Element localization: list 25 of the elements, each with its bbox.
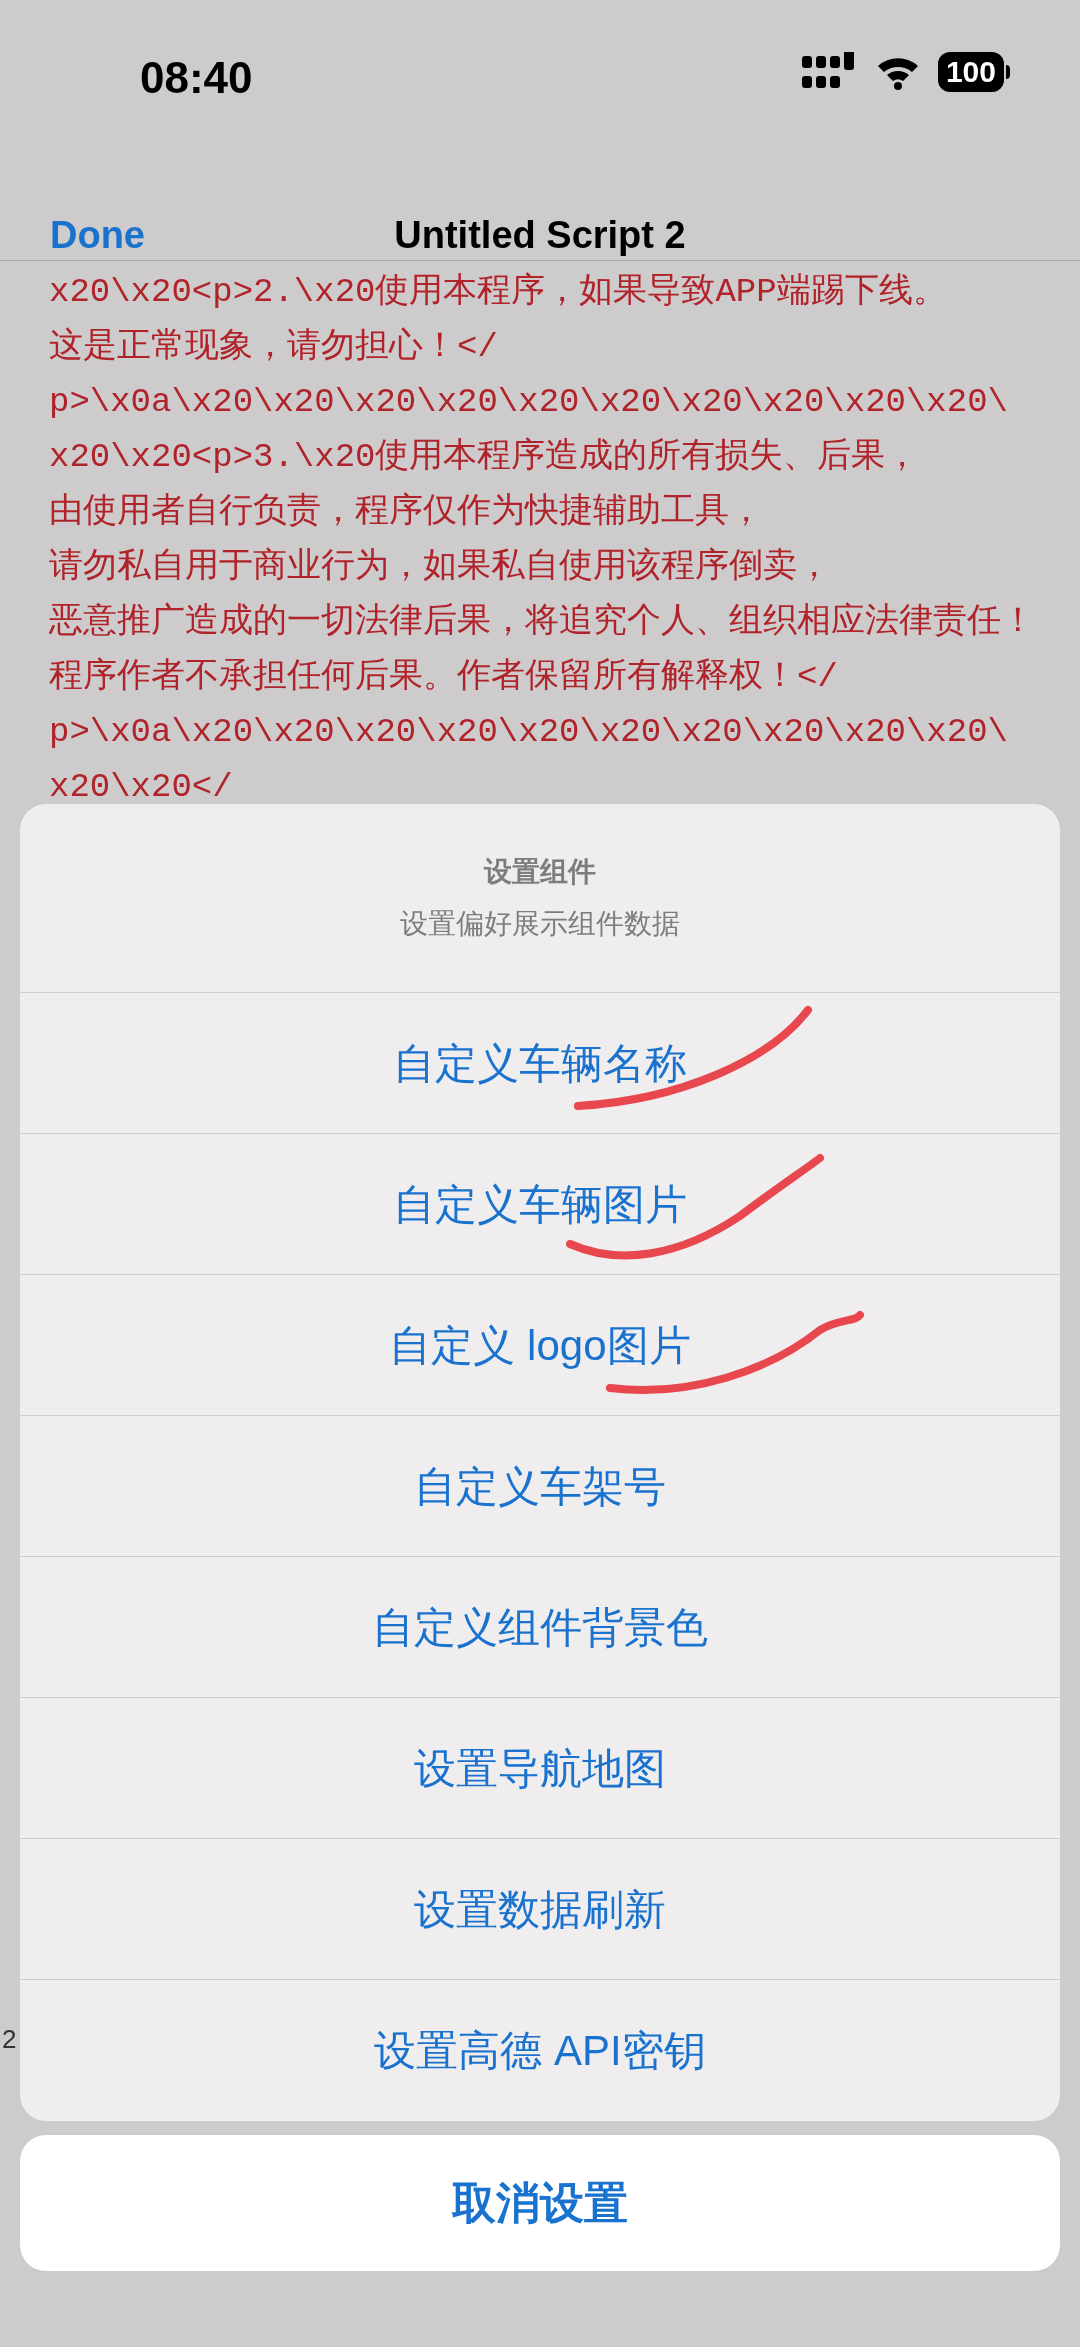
code-line: p>\x0a\x20\x20\x20\x20\x20\x20\x20\x20\x20\x20\ <box>49 712 1009 753</box>
status-time: 08:40 <box>140 56 253 100</box>
code-line: 这是正常现象，请勿担心！</ <box>49 326 499 368</box>
window-title: Untitled Script 2 <box>394 212 686 258</box>
done-button[interactable]: Done <box>50 206 145 264</box>
cancel-button[interactable]: 取消设置 <box>20 2135 1060 2271</box>
sheet-action[interactable]: 设置高德 API密钥 <box>20 1980 1060 2121</box>
sheet-action[interactable]: 自定义车辆图片 <box>20 1134 1060 1275</box>
sheet-action[interactable]: 自定义 logo图片 <box>20 1275 1060 1416</box>
code-line: 程序作者不承担任何后果。作者保留所有解释权！</ <box>49 656 839 698</box>
code-line: 请勿私自用于商业行为，如果私自使用该程序倒卖， <box>49 546 832 588</box>
sheet-action[interactable]: 自定义组件背景色 <box>20 1557 1060 1698</box>
sheet-message: 设置偏好展示组件数据 <box>400 907 680 941</box>
code-line: p>\x0a\x20\x20\x20\x20\x20\x20\x20\x20\x20\x20\ <box>49 382 1009 423</box>
code-line: x20\x20<p>2.\x20使用本程序，如果导致APP端踢下线。 <box>49 271 948 313</box>
sheet-action[interactable]: 设置导航地图 <box>20 1698 1060 1839</box>
code-line: 由使用者自行负责，程序仅作为快捷辅助工具， <box>49 491 764 533</box>
sheet-action[interactable]: 自定义车架号 <box>20 1416 1060 1557</box>
background-text: 2 <box>2 2023 17 2056</box>
sheet-action[interactable]: 设置数据刷新 <box>20 1839 1060 1980</box>
code-line: 恶意推广造成的一切法律后果，将追究个人、组织相应法律责任！ <box>49 601 1036 643</box>
code-line: x20\x20<p>3.\x20使用本程序造成的所有损失、后果， <box>49 436 921 478</box>
sheet-action[interactable]: 自定义车辆名称 <box>20 993 1060 1134</box>
sheet-title: 设置组件 <box>484 855 596 889</box>
code-line: x20\x20</ <box>49 767 234 808</box>
